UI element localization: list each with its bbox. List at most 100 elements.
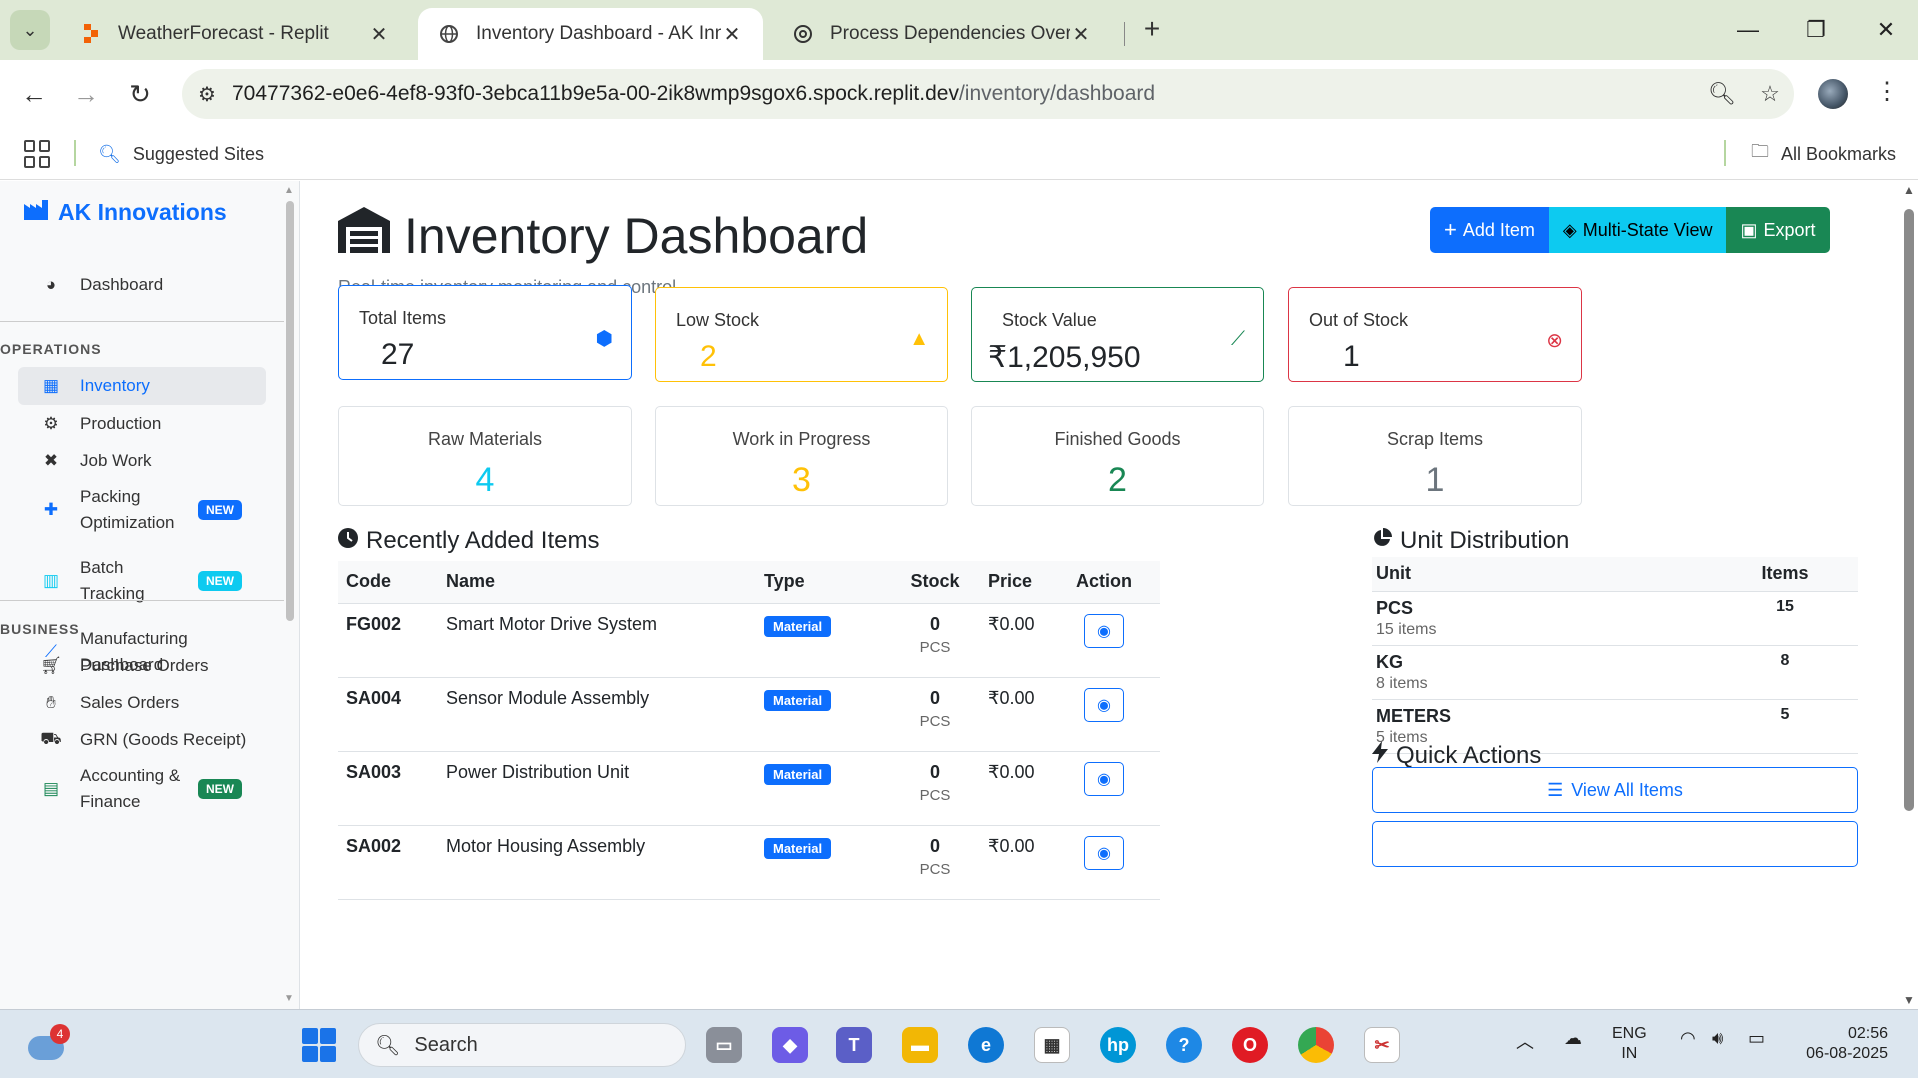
profile-avatar[interactable] — [1818, 79, 1848, 109]
stat-value: 1 — [1343, 340, 1360, 373]
category-card-scrap-items[interactable]: Scrap Items 1 — [1288, 406, 1582, 506]
reload-button[interactable]: ↻ — [120, 74, 160, 114]
wifi-icon[interactable]: ◠ — [1680, 1028, 1696, 1049]
help-icon[interactable]: ? — [1166, 1027, 1202, 1063]
new-tab-button[interactable]: + — [1136, 14, 1168, 46]
weather-widget[interactable]: 4 — [22, 1024, 70, 1064]
category-value: 2 — [1108, 461, 1127, 499]
type-badge: Material — [764, 615, 832, 637]
file-excel-icon: ▣ — [1740, 219, 1758, 240]
tab-inventory-dashboard[interactable]: Inventory Dashboard - AK Innovations ✕ — [418, 8, 763, 60]
stat-card-stock-value: Stock Value ₹1,205,950 ⟋ — [971, 287, 1264, 382]
quick-action-button[interactable] — [1372, 821, 1858, 867]
task-view-icon[interactable]: ▭ — [706, 1027, 742, 1063]
add-item-button[interactable]: + Add Item — [1430, 207, 1549, 253]
language-indicator[interactable]: ENG IN — [1612, 1024, 1647, 1064]
forward-button[interactable]: → — [66, 74, 106, 114]
category-card-raw-materials[interactable]: Raw Materials 4 — [338, 406, 632, 506]
clock[interactable]: 02:56 06-08-2025 — [1778, 1024, 1888, 1064]
gears-icon: ⚙ — [43, 414, 59, 433]
sidebar-item-production[interactable]: ⚙ Production — [18, 405, 266, 443]
close-icon[interactable]: ✕ — [368, 22, 390, 47]
close-window-button[interactable]: ✕ — [1856, 10, 1916, 50]
chrome-icon[interactable] — [1298, 1027, 1334, 1063]
scroll-up-icon[interactable]: ▲ — [284, 185, 294, 196]
minimize-button[interactable]: — — [1718, 10, 1778, 50]
sidebar-item-label: Dashboard — [80, 275, 164, 294]
tab-process-dependencies[interactable]: Process Dependencies Overview ✕ — [772, 8, 1112, 60]
sidebar-item-dashboard[interactable]: ◕ Dashboard — [18, 265, 266, 305]
opera-icon[interactable]: O — [1232, 1027, 1268, 1063]
scroll-down-icon[interactable]: ▼ — [1903, 993, 1915, 1007]
sidebar-item-job-work[interactable]: ✖ Job Work — [18, 442, 266, 480]
sidebar-item-packing-optimization[interactable]: ✚ Packing Optimization NEW — [18, 484, 266, 536]
teams-icon[interactable]: T — [836, 1027, 872, 1063]
sidebar-scrollbar[interactable] — [286, 201, 294, 621]
zoom-icon[interactable]: 🔍︎ — [1698, 81, 1746, 107]
scroll-up-icon[interactable]: ▲ — [1903, 183, 1915, 197]
url-text[interactable]: 70477362-e0e6-4ef8-93f0-3ebca11b9e5a-00-… — [232, 82, 1155, 106]
snipping-tool-icon[interactable]: ✂ — [1364, 1027, 1400, 1063]
close-icon[interactable]: ✕ — [1070, 22, 1092, 47]
view-item-button[interactable]: ◉ — [1084, 687, 1124, 722]
sidebar-item-grn[interactable]: ⛟ GRN (Goods Receipt) — [18, 721, 266, 759]
bookmark-label: Suggested Sites — [132, 143, 264, 164]
view-item-button[interactable]: ◉ — [1084, 761, 1124, 796]
sidebar-item-sales-orders[interactable]: ✋︎ Sales Orders — [18, 684, 266, 722]
back-button[interactable]: ← — [14, 74, 54, 114]
category-card-work-in-progress[interactable]: Work in Progress 3 — [655, 406, 948, 506]
column-header: Price — [980, 561, 1068, 604]
item-type-cell: Material — [756, 751, 890, 826]
sidebar-item-accounting-finance[interactable]: ▤ Accounting & Finance NEW — [18, 763, 266, 815]
copilot-icon[interactable]: ◆ — [772, 1027, 808, 1063]
sidebar-item-inventory[interactable]: ▦ Inventory — [18, 367, 266, 405]
tab-weather-forecast[interactable]: WeatherForecast - Replit ✕ — [60, 8, 410, 60]
pie-chart-icon — [1372, 527, 1392, 555]
table-row: PCS 15 items 15 — [1372, 591, 1858, 646]
sidebar-item-purchase-orders[interactable]: 🛒︎ Purchase Orders — [18, 647, 266, 685]
column-header: Action — [1068, 561, 1160, 604]
suggested-sites-bookmark[interactable]: 🔍︎ Suggested Sites — [98, 140, 264, 168]
clock-date: 06-08-2025 — [1806, 1045, 1888, 1062]
omnibox[interactable]: ⚙ 70477362-e0e6-4ef8-93f0-3ebca11b9e5a-0… — [182, 69, 1794, 119]
globe-icon — [438, 23, 460, 45]
site-info-icon[interactable]: ⚙ — [182, 82, 232, 107]
brand-logo[interactable]: AK Innovations — [24, 199, 227, 226]
show-hidden-icons[interactable]: ︿ — [1516, 1028, 1534, 1054]
close-icon[interactable]: ✕ — [721, 22, 743, 47]
view-item-button[interactable]: ◉ — [1084, 613, 1124, 648]
restore-button[interactable]: ❐ — [1786, 10, 1846, 50]
taskbar-search[interactable]: 🔍︎ Search — [358, 1023, 686, 1067]
stat-label: Low Stock — [676, 310, 760, 330]
export-button[interactable]: ▣ Export — [1726, 207, 1830, 253]
scrollbar-thumb[interactable] — [1904, 209, 1914, 811]
browser-menu-icon[interactable]: ⋮ — [1872, 72, 1902, 112]
apps-grid-icon[interactable] — [24, 140, 52, 168]
onedrive-icon[interactable]: ☁ — [1564, 1028, 1582, 1049]
battery-icon[interactable]: ▭ — [1748, 1028, 1765, 1049]
page-scrollbar[interactable]: ▲ ▼ — [1900, 181, 1918, 1009]
item-stock-cell: 0 PCS — [890, 751, 980, 826]
view-item-button[interactable]: ◉ — [1084, 835, 1124, 870]
category-card-finished-goods[interactable]: Finished Goods 2 — [971, 406, 1264, 506]
start-button[interactable] — [302, 1028, 336, 1062]
cubes-icon: ⬢ — [595, 328, 613, 350]
volume-icon[interactable]: 🔊︎ — [1712, 1028, 1723, 1049]
hp-icon[interactable]: hp — [1100, 1027, 1136, 1063]
category-value: 1 — [1425, 461, 1445, 499]
bookmark-star-icon[interactable]: ☆ — [1746, 81, 1794, 107]
button-label: Add Item — [1462, 219, 1535, 240]
all-bookmarks-button[interactable]: 🗀 All Bookmarks — [1751, 140, 1896, 168]
replit-favicon-icon — [80, 23, 102, 45]
view-all-items-button[interactable]: ☰ View All Items — [1372, 767, 1858, 813]
store-icon[interactable]: ▦ — [1034, 1027, 1070, 1063]
edge-icon[interactable]: e — [968, 1027, 1004, 1063]
scroll-down-icon[interactable]: ▼ — [284, 993, 294, 1004]
file-explorer-icon[interactable]: ▬ — [902, 1027, 938, 1063]
unit-name: PCS — [1376, 597, 1414, 618]
multi-state-view-button[interactable]: ◈ Multi-State View — [1548, 207, 1727, 253]
main-content: Inventory Dashboard Real-time inventory … — [300, 181, 1898, 1009]
tab-search-button[interactable]: ⌄ — [10, 10, 50, 50]
bolt-icon — [1372, 741, 1388, 770]
column-header: Items — [1712, 557, 1858, 592]
